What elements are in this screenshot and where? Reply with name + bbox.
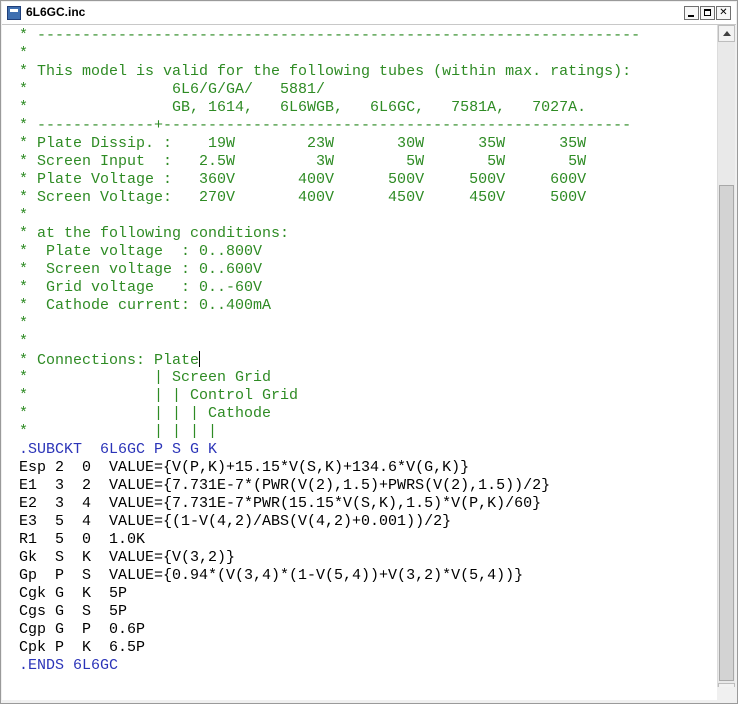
code-line[interactable]: Cgk G K 5P	[19, 585, 640, 603]
code-line-text: * --------------------------------------…	[19, 27, 641, 44]
code-line[interactable]: * | | | |	[19, 423, 640, 441]
code-line-text: E3 5 4 VALUE={(1-V(4,2)/ABS(V(4,2)+0.001…	[19, 513, 452, 530]
code-line[interactable]: *	[19, 315, 640, 333]
code-line[interactable]: Cpk P K 6.5P	[19, 639, 640, 657]
code-line-text: * Connections: Plate	[19, 352, 200, 369]
code-line-text: * This model is valid for the following …	[19, 63, 632, 80]
code-line-text: .SUBCKT 6L6GC P S G K	[19, 441, 218, 458]
code-line-text: * Grid voltage : 0..-60V	[19, 279, 263, 296]
resize-grip[interactable]	[717, 687, 735, 701]
code-line[interactable]: Gk S K VALUE={V(3,2)}	[19, 549, 640, 567]
code-line[interactable]: * Plate Dissip. : 19W 23W 30W 35W 35W	[19, 135, 640, 153]
code-line[interactable]: *	[19, 45, 640, 63]
code-line[interactable]: *	[19, 207, 640, 225]
code-line-text: Gk S K VALUE={V(3,2)}	[19, 549, 236, 566]
code-line[interactable]: .SUBCKT 6L6GC P S G K	[19, 441, 640, 459]
code-line[interactable]: * | | Control Grid	[19, 387, 640, 405]
code-line-text: Cgs G S 5P	[19, 603, 128, 620]
code-line[interactable]: * -------------+------------------------…	[19, 117, 640, 135]
code-line-text: E1 3 2 VALUE={7.731E-7*(PWR(V(2),1.5)+PW…	[19, 477, 551, 494]
close-button[interactable]: ✕	[716, 6, 731, 20]
code-line[interactable]: * 6L6/G/GA/ 5881/	[19, 81, 640, 99]
code-line-text: *	[19, 333, 29, 350]
code-line[interactable]: * Screen Voltage: 270V 400V 450V 450V 50…	[19, 189, 640, 207]
code-line[interactable]: * Plate Voltage : 360V 400V 500V 500V 60…	[19, 171, 640, 189]
close-icon: ✕	[719, 7, 728, 18]
code-line[interactable]: E2 3 4 VALUE={7.731E-7*PWR(15.15*V(S,K),…	[19, 495, 640, 513]
code-line-text: * Plate Voltage : 360V 400V 500V 500V 60…	[19, 171, 587, 188]
code-line-text: *	[19, 207, 29, 224]
code-line-text: R1 5 0 1.0K	[19, 531, 146, 548]
minimize-icon	[688, 15, 694, 17]
scrollbar-thumb[interactable]	[719, 185, 734, 681]
code-line[interactable]: Cgs G S 5P	[19, 603, 640, 621]
code-line[interactable]: * Plate voltage : 0..800V	[19, 243, 640, 261]
code-line-text: * Plate Dissip. : 19W 23W 30W 35W 35W	[19, 135, 587, 152]
code-line-text: * | | | Cathode	[19, 405, 272, 422]
code-line[interactable]: E3 5 4 VALUE={(1-V(4,2)/ABS(V(4,2)+0.001…	[19, 513, 640, 531]
scroll-up-arrow-icon	[723, 31, 731, 36]
code-line-text: * Cathode current: 0..400mA	[19, 297, 272, 314]
code-line[interactable]: * Screen Input : 2.5W 3W 5W 5W 5W	[19, 153, 640, 171]
code-line-text: Cgp G P 0.6P	[19, 621, 146, 638]
code-line[interactable]: * | | | Cathode	[19, 405, 640, 423]
code-content[interactable]: * --------------------------------------…	[19, 27, 640, 675]
code-line-text: * at the following conditions:	[19, 225, 290, 242]
code-line-text: Gp P S VALUE={0.94*(V(3,4)*(1-V(5,4))+V(…	[19, 567, 524, 584]
code-line-text: * | | Control Grid	[19, 387, 299, 404]
code-line-text: * -------------+------------------------…	[19, 117, 632, 134]
text-editor-area[interactable]: * --------------------------------------…	[2, 25, 717, 700]
code-line[interactable]: * Cathode current: 0..400mA	[19, 297, 640, 315]
minimize-button[interactable]	[684, 6, 699, 20]
code-line-text: * | | | |	[19, 423, 218, 440]
maximize-button[interactable]	[700, 6, 715, 20]
code-line[interactable]: * Screen voltage : 0..600V	[19, 261, 640, 279]
code-line[interactable]: R1 5 0 1.0K	[19, 531, 640, 549]
code-line-text: * Screen Voltage: 270V 400V 450V 450V 50…	[19, 189, 587, 206]
title-bar[interactable]: 6L6GC.inc ✕	[2, 2, 736, 25]
code-line[interactable]: * This model is valid for the following …	[19, 63, 640, 81]
code-line[interactable]: * | Screen Grid	[19, 369, 640, 387]
code-line[interactable]: * Connections: Plate	[19, 351, 640, 369]
code-line[interactable]: *	[19, 333, 640, 351]
code-line[interactable]: Gp P S VALUE={0.94*(V(3,4)*(1-V(5,4))+V(…	[19, 567, 640, 585]
code-line-text: E2 3 4 VALUE={7.731E-7*PWR(15.15*V(S,K),…	[19, 495, 542, 512]
code-line-text: *	[19, 315, 29, 332]
code-line-text: * Screen voltage : 0..600V	[19, 261, 263, 278]
code-line-text: * Screen Input : 2.5W 3W 5W 5W 5W	[19, 153, 587, 170]
code-line[interactable]: Cgp G P 0.6P	[19, 621, 640, 639]
code-line-text: .ENDS 6L6GC	[19, 657, 119, 674]
code-line[interactable]: * at the following conditions:	[19, 225, 640, 243]
code-line[interactable]: .ENDS 6L6GC	[19, 657, 640, 675]
code-line-text: *	[19, 45, 29, 62]
code-line[interactable]: * GB, 1614, 6L6WGB, 6L6GC, 7581A, 7027A.	[19, 99, 640, 117]
code-line-text: Cgk G K 5P	[19, 585, 128, 602]
code-line[interactable]: Esp 2 0 VALUE={V(P,K)+15.15*V(S,K)+134.6…	[19, 459, 640, 477]
code-line[interactable]: * Grid voltage : 0..-60V	[19, 279, 640, 297]
text-caret	[199, 351, 201, 367]
code-line-text: * | Screen Grid	[19, 369, 272, 386]
code-line[interactable]: * --------------------------------------…	[19, 27, 640, 45]
code-line-text: Esp 2 0 VALUE={V(P,K)+15.15*V(S,K)+134.6…	[19, 459, 470, 476]
code-line-text: * 6L6/G/GA/ 5881/	[19, 81, 326, 98]
code-line[interactable]: E1 3 2 VALUE={7.731E-7*(PWR(V(2),1.5)+PW…	[19, 477, 640, 495]
editor-window: 6L6GC.inc ✕ * --------------------------…	[0, 0, 738, 704]
vertical-scrollbar[interactable]	[717, 25, 735, 700]
code-line-text: * GB, 1614, 6L6WGB, 6L6GC, 7581A, 7027A.	[19, 99, 587, 116]
scroll-up-button[interactable]	[718, 25, 735, 42]
code-line-text: * Plate voltage : 0..800V	[19, 243, 263, 260]
maximize-icon	[704, 9, 711, 16]
notepad-document-icon	[7, 6, 21, 20]
window-title: 6L6GC.inc	[26, 5, 86, 19]
code-line-text: Cpk P K 6.5P	[19, 639, 146, 656]
